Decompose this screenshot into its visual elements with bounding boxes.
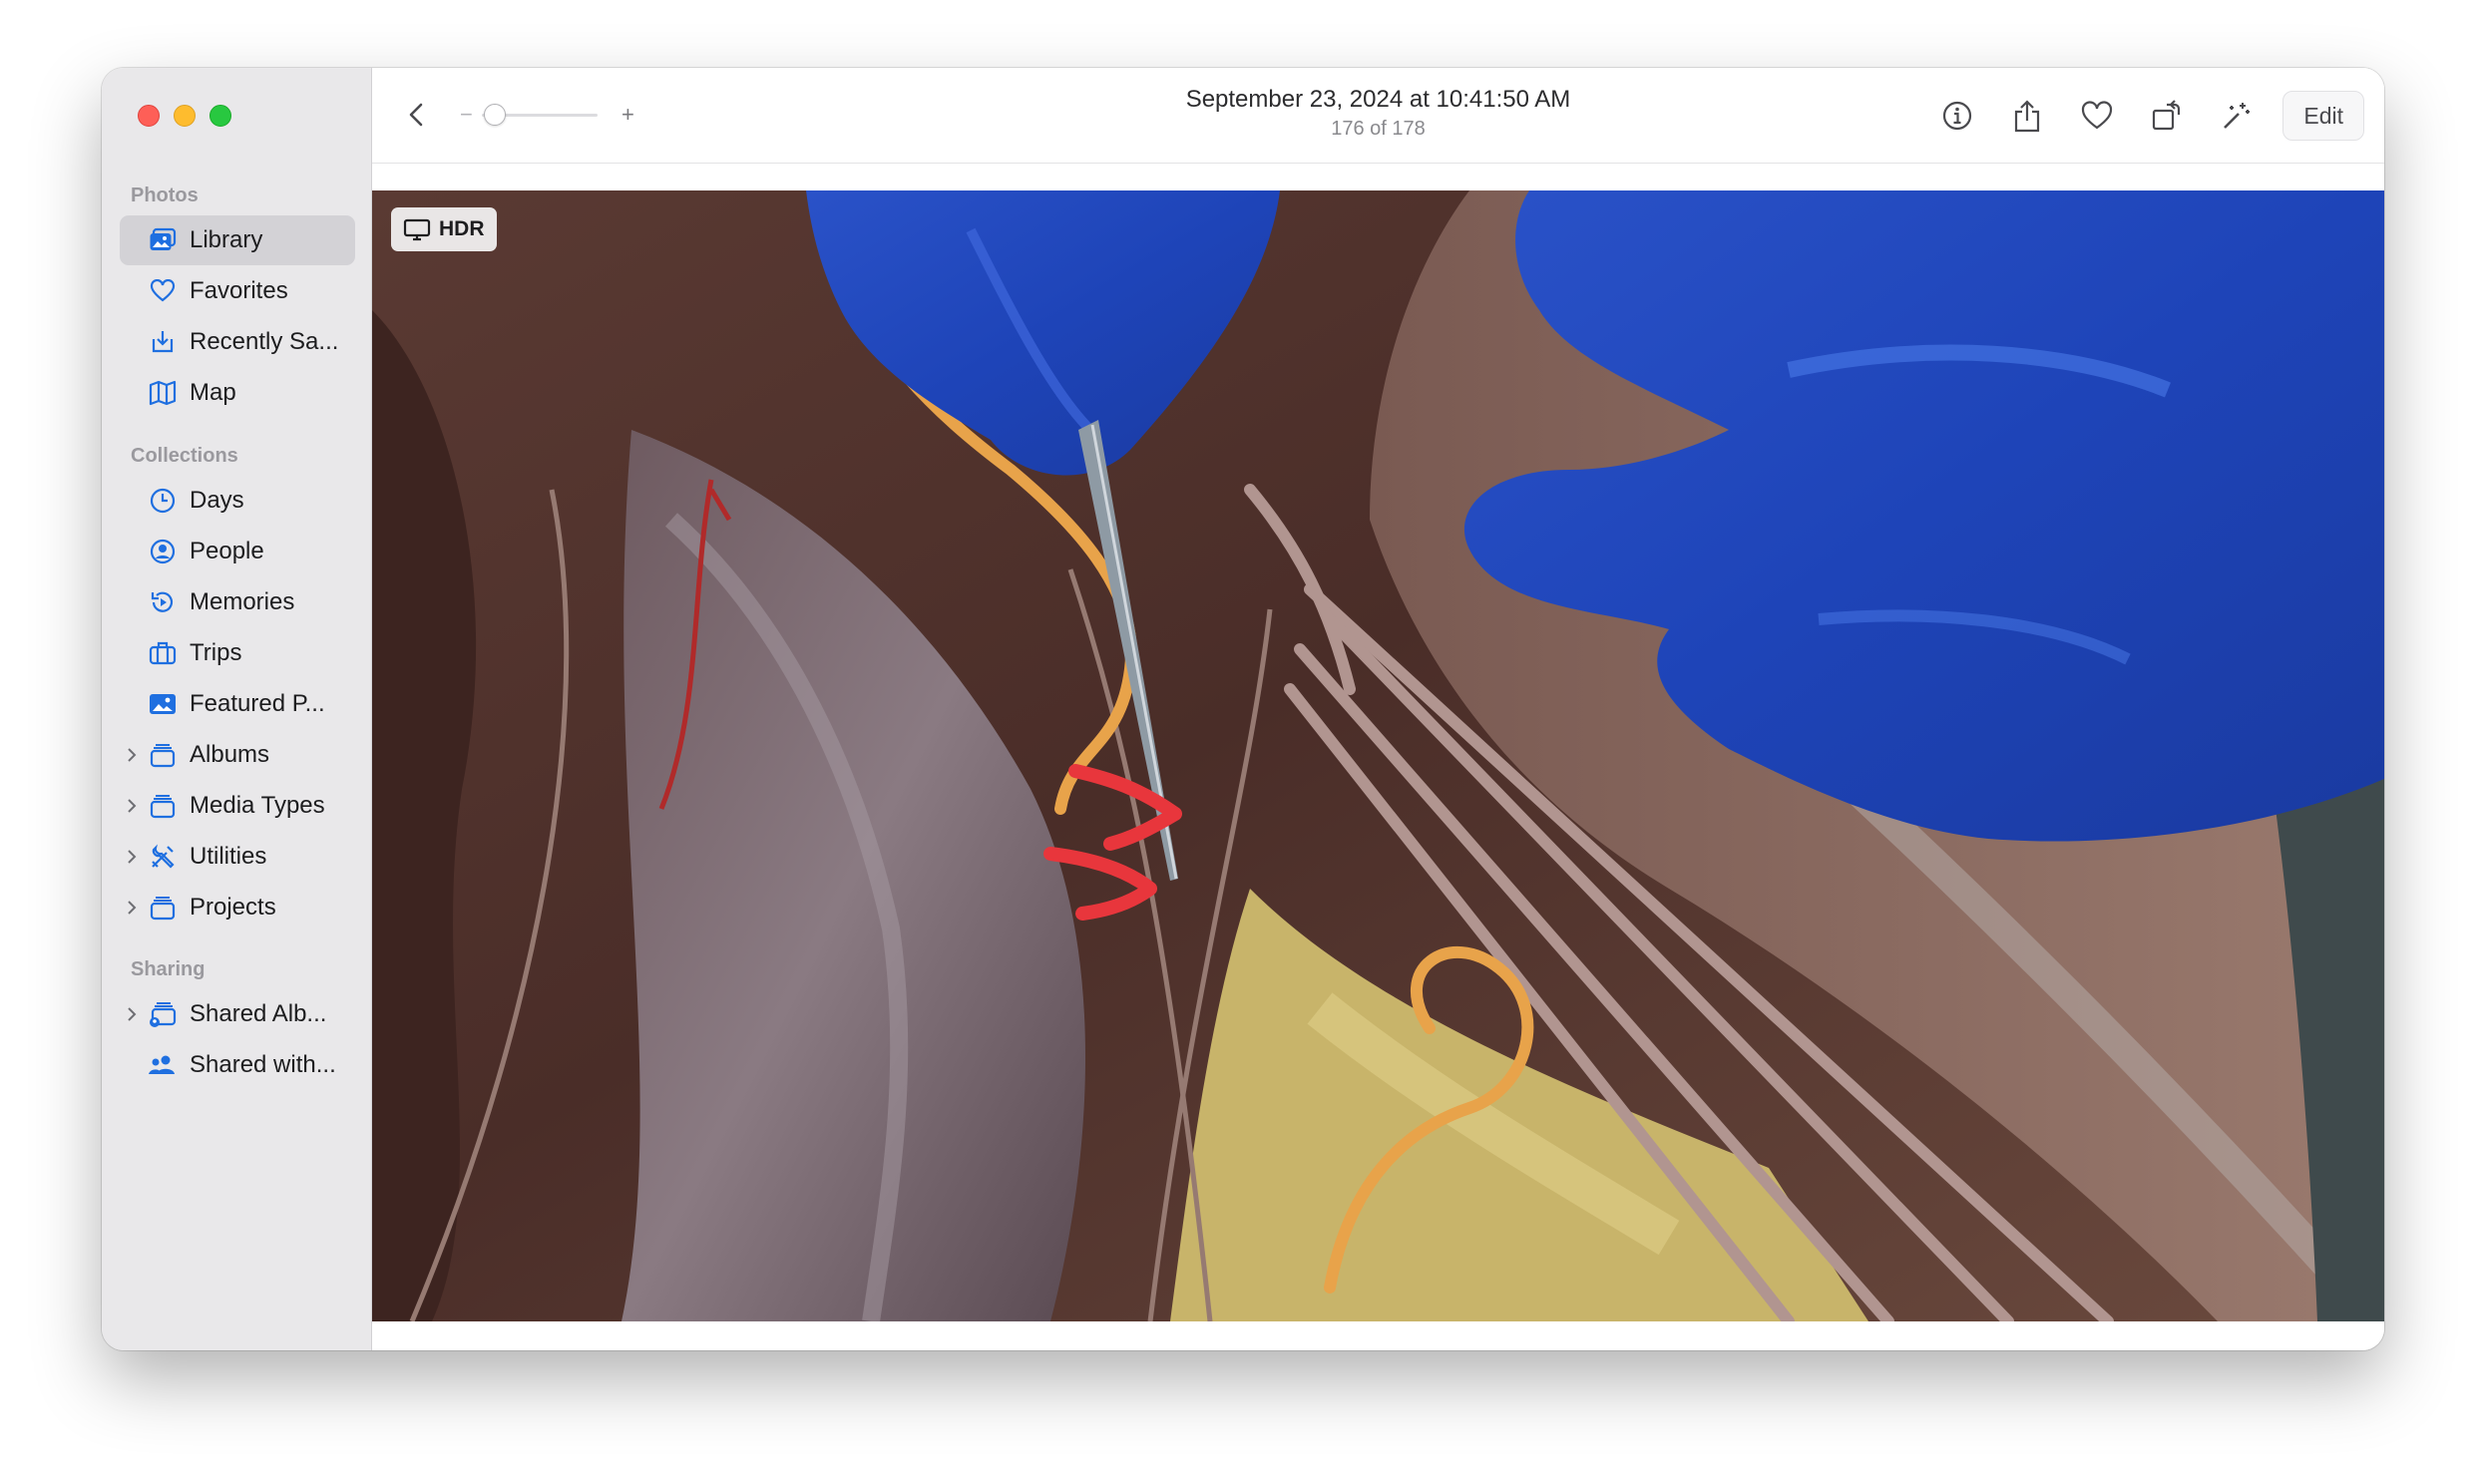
- main-area: − + September 23, 2024 at 10:41:50 AM 17…: [372, 68, 2384, 1350]
- sidebar-item-label: Featured P...: [190, 690, 325, 717]
- dissection-photo: [372, 190, 2384, 1321]
- sidebar-item-people[interactable]: People: [120, 527, 355, 576]
- sidebar-item-favorites[interactable]: Favorites: [120, 266, 355, 316]
- album-stack-icon: [148, 893, 178, 923]
- toolbar: − + September 23, 2024 at 10:41:50 AM 17…: [372, 68, 2384, 164]
- photos-window: Photos Library Favorites Recently Sa... …: [102, 68, 2384, 1350]
- window-controls: [138, 105, 231, 127]
- sidebar-item-library[interactable]: Library: [120, 215, 355, 265]
- chevron-right-icon[interactable]: [122, 832, 142, 882]
- sidebar-item-label: Recently Sa...: [190, 328, 339, 355]
- sidebar-item-label: Trips: [190, 639, 242, 666]
- library-icon: [148, 225, 178, 255]
- photo-viewer[interactable]: HDR: [372, 190, 2384, 1321]
- sidebar-item-label: People: [190, 538, 264, 564]
- download-tray-icon: [148, 327, 178, 357]
- sidebar-item-label: Shared Alb...: [190, 1000, 327, 1027]
- sidebar-item-map[interactable]: Map: [120, 368, 355, 418]
- favorite-button[interactable]: [2079, 98, 2115, 134]
- sidebar-item-label: Memories: [190, 588, 295, 615]
- magic-wand-icon: [2224, 103, 2251, 129]
- sidebar-item-recently-saved[interactable]: Recently Sa...: [120, 317, 355, 367]
- sidebar-item-projects[interactable]: Projects: [120, 883, 355, 932]
- minimize-window-button[interactable]: [174, 105, 196, 127]
- sidebar-item-label: Library: [190, 226, 263, 253]
- zoom-window-button[interactable]: [209, 105, 231, 127]
- sidebar-item-label: Media Types: [190, 792, 325, 819]
- chevron-right-icon[interactable]: [122, 989, 142, 1039]
- sidebar-item-albums[interactable]: Albums: [120, 730, 355, 780]
- info-icon: [1943, 101, 1972, 131]
- map-icon: [148, 378, 178, 408]
- album-stack-icon: [148, 791, 178, 821]
- chevron-right-icon[interactable]: [122, 883, 142, 932]
- share-icon: [2015, 100, 2040, 133]
- edit-button[interactable]: Edit: [2282, 91, 2364, 141]
- sidebar-item-utilities[interactable]: Utilities: [120, 832, 355, 882]
- clock-icon: [148, 486, 178, 516]
- sidebar-item-label: Albums: [190, 741, 270, 768]
- heart-icon: [2082, 101, 2113, 130]
- sidebar-item-featured-photos[interactable]: Featured P...: [120, 679, 355, 729]
- album-stack-icon: [148, 740, 178, 770]
- sidebar-item-label: Utilities: [190, 843, 267, 870]
- info-button[interactable]: [1939, 98, 1975, 134]
- photo-icon: [148, 689, 178, 719]
- people-icon: [148, 1050, 178, 1080]
- sidebar-item-label: Days: [190, 487, 244, 514]
- hdr-badge[interactable]: HDR: [391, 207, 497, 251]
- sidebar-item-shared-with-you[interactable]: Shared with...: [120, 1040, 355, 1090]
- sidebar: Photos Library Favorites Recently Sa... …: [102, 68, 372, 1350]
- close-window-button[interactable]: [138, 105, 160, 127]
- sidebar-item-label: Projects: [190, 894, 276, 921]
- section-label-collections: Collections: [131, 445, 238, 467]
- chevron-right-icon[interactable]: [122, 781, 142, 831]
- sidebar-item-trips[interactable]: Trips: [120, 628, 355, 678]
- tools-icon: [148, 842, 178, 872]
- shared-album-icon: [148, 999, 178, 1029]
- sidebar-item-label: Shared with...: [190, 1051, 336, 1078]
- sidebar-item-memories[interactable]: Memories: [120, 577, 355, 627]
- display-icon: [403, 217, 431, 241]
- section-label-photos: Photos: [131, 185, 199, 206]
- section-label-sharing: Sharing: [131, 958, 206, 980]
- sidebar-item-label: Favorites: [190, 277, 288, 304]
- rotate-icon: [2153, 100, 2181, 131]
- hdr-label: HDR: [439, 217, 485, 240]
- sidebar-item-media-types[interactable]: Media Types: [120, 781, 355, 831]
- sidebar-item-shared-albums[interactable]: Shared Alb...: [120, 989, 355, 1039]
- sidebar-item-days[interactable]: Days: [120, 476, 355, 526]
- rotate-button[interactable]: [2149, 98, 2185, 134]
- chevron-right-icon[interactable]: [122, 730, 142, 780]
- toolbar-actions: Edit: [1905, 88, 2364, 144]
- heart-icon: [148, 276, 178, 306]
- sidebar-item-label: Map: [190, 379, 236, 406]
- suitcase-icon: [148, 638, 178, 668]
- share-button[interactable]: [2009, 98, 2045, 134]
- memories-icon: [148, 587, 178, 617]
- enhance-button[interactable]: [2219, 98, 2255, 134]
- person-circle-icon: [148, 537, 178, 566]
